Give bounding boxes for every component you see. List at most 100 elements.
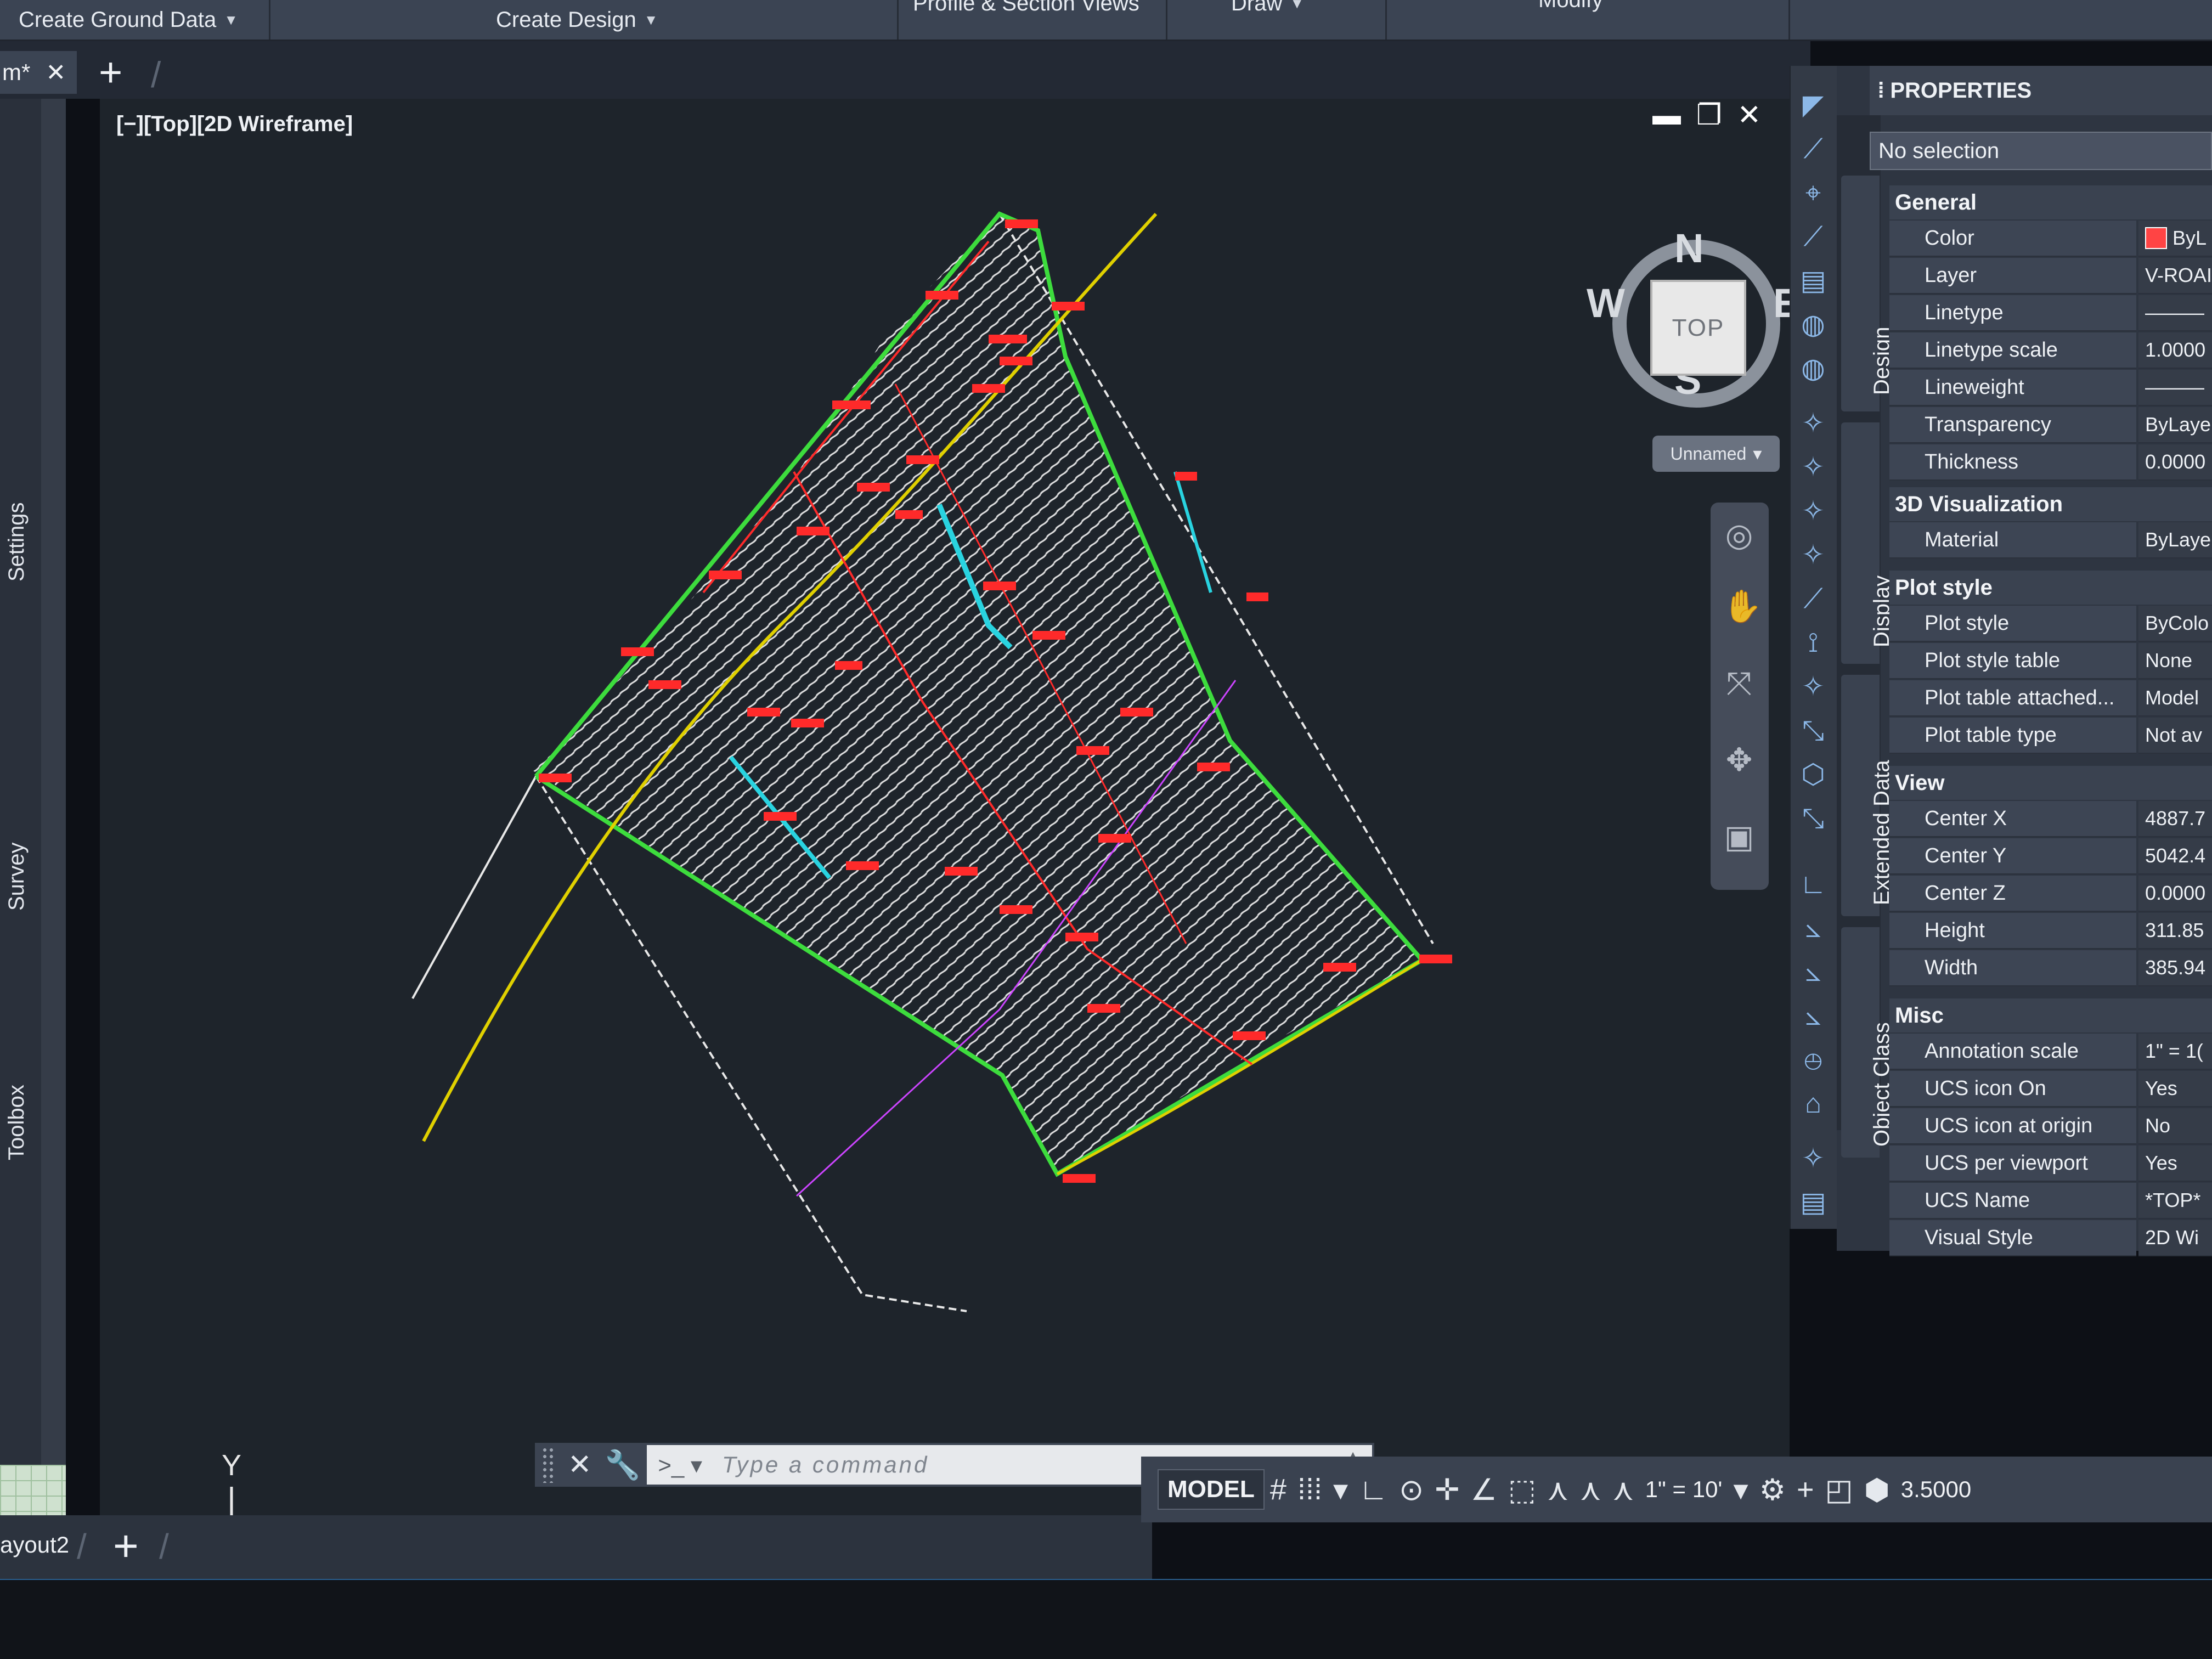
ucs-menu[interactable]: Unnamed ▾	[1652, 436, 1780, 472]
property-value[interactable]: 311.85	[2138, 913, 2212, 949]
add-layout-plus-icon[interactable]: +	[113, 1521, 139, 1571]
tab-design[interactable]: Design	[1841, 176, 1894, 411]
command-prompt-icon[interactable]: >_ ▾	[658, 1452, 702, 1479]
property-row-ucs-icon-at-origin[interactable]: UCS icon at origin No	[1889, 1108, 2212, 1144]
section-general[interactable]: General	[1889, 185, 2212, 219]
orbit-icon[interactable]: ✥	[1723, 744, 1756, 777]
property-value[interactable]: Yes	[2138, 1071, 2212, 1107]
property-value[interactable]: None	[2138, 643, 2212, 679]
property-row-material[interactable]: Material ByLaye	[1889, 522, 2212, 558]
figure-icon[interactable]: ⟋	[1796, 582, 1830, 616]
polar-icon[interactable]: ⊙	[1399, 1472, 1424, 1507]
point-icon[interactable]: ✧	[1796, 1141, 1830, 1175]
grid-icon[interactable]: #	[1270, 1472, 1286, 1506]
property-value[interactable]: *TOP*	[2138, 1183, 2212, 1219]
model-space-button[interactable]: MODEL	[1158, 1469, 1265, 1510]
profile-icon[interactable]: ⦣	[1796, 955, 1830, 989]
assembly-icon[interactable]: ⌂	[1796, 1086, 1830, 1120]
showmotion-icon[interactable]: ▣	[1723, 821, 1756, 854]
ribbon-tab-create-design[interactable]: Create Design ▼	[483, 0, 671, 40]
status-value[interactable]: 3.5000	[1901, 1476, 1971, 1503]
property-row-linetype[interactable]: Linetype ———	[1889, 295, 2212, 331]
ribbon-tab-draw[interactable]: Draw ▼	[1218, 0, 1317, 23]
new-tab-plus-icon[interactable]: +	[99, 52, 122, 93]
property-value[interactable]: 2D Wi	[2138, 1220, 2212, 1256]
property-row-center-y[interactable]: Center Y 5042.4	[1889, 838, 2212, 874]
property-row-height[interactable]: Height 311.85	[1889, 913, 2212, 949]
property-value[interactable]: 0.0000	[2138, 444, 2212, 481]
property-row-plot-table-attached[interactable]: Plot table attached... Model	[1889, 680, 2212, 716]
property-row-center-z[interactable]: Center Z 0.0000	[1889, 876, 2212, 912]
compass-east[interactable]: E	[1773, 280, 1790, 326]
close-icon[interactable]: ✕	[46, 59, 66, 87]
table-icon[interactable]: ▤	[1796, 1185, 1830, 1219]
ribbon-tab-modify[interactable]: Modify	[1525, 0, 1616, 20]
point-icon[interactable]: ✧	[1796, 450, 1830, 484]
globe-icon[interactable]: ◍	[1796, 351, 1830, 385]
compass-north[interactable]: N	[1674, 225, 1703, 272]
surface-icon[interactable]: ⤡	[1796, 713, 1830, 747]
property-value[interactable]: ByLaye	[2138, 522, 2212, 558]
profile-icon[interactable]: ∟	[1796, 867, 1830, 901]
property-value[interactable]: V-ROAI	[2138, 258, 2212, 294]
property-row-layer[interactable]: Layer V-ROAI	[1889, 258, 2212, 294]
property-row-width[interactable]: Width 385.94	[1889, 950, 2212, 986]
plus-icon[interactable]: +	[1797, 1472, 1814, 1506]
property-value[interactable]: 5042.4	[2138, 838, 2212, 874]
palette-tab-toolbox[interactable]: Toolbox	[4, 1085, 29, 1160]
section-3d-visualization[interactable]: 3D Visualization	[1889, 487, 2212, 521]
property-value[interactable]: 4887.7	[2138, 801, 2212, 837]
property-value[interactable]: Not av	[2138, 718, 2212, 754]
property-row-ucs-per-viewport[interactable]: UCS per viewport Yes	[1889, 1146, 2212, 1182]
property-row-linetype-scale[interactable]: Linetype scale 1.0000	[1889, 332, 2212, 369]
grip-icon[interactable]: ⁞	[1877, 78, 1884, 103]
property-row-plot-table-type[interactable]: Plot table type Not av	[1889, 718, 2212, 754]
property-value[interactable]: ———	[2138, 370, 2212, 406]
ribbon-tab-profile-section-views[interactable]: Profile & Section Views	[900, 0, 1153, 23]
snap-icon[interactable]: ⁞⁞⁞	[1297, 1472, 1322, 1506]
corridor-icon[interactable]: ⟟	[1796, 625, 1830, 659]
table-icon[interactable]: ▤	[1796, 263, 1830, 297]
property-value[interactable]: ByColo	[2138, 606, 2212, 642]
drawing-canvas[interactable]	[100, 99, 1790, 1515]
property-row-visual-style[interactable]: Visual Style 2D Wi	[1889, 1220, 2212, 1256]
annotation-visibility-icon[interactable]: ⋏	[1547, 1472, 1569, 1507]
osnap-icon[interactable]: ✛	[1435, 1472, 1459, 1507]
property-value[interactable]: 0.0000	[2138, 876, 2212, 912]
profile-icon[interactable]: ⦣	[1796, 998, 1830, 1032]
property-row-transparency[interactable]: Transparency ByLaye	[1889, 407, 2212, 443]
annotation-scale-value[interactable]: 1" = 10'	[1645, 1476, 1723, 1503]
ortho-icon[interactable]: ∟	[1359, 1472, 1388, 1506]
ribbon-tab-create-ground-data[interactable]: Create Ground Data ▼	[5, 0, 251, 40]
property-row-ucs-name[interactable]: UCS Name *TOP*	[1889, 1183, 2212, 1219]
property-row-plot-style-table[interactable]: Plot style table None	[1889, 643, 2212, 679]
auto-scale-icon[interactable]: ⋏	[1579, 1472, 1601, 1507]
chevron-down-icon[interactable]: ▾	[1333, 1472, 1348, 1507]
chevron-down-icon[interactable]: ▾	[1733, 1472, 1748, 1507]
close-icon[interactable]: ✕	[568, 1448, 592, 1481]
property-value[interactable]: Model	[2138, 680, 2212, 716]
gear-icon[interactable]: ⚙	[1759, 1472, 1786, 1507]
property-row-lineweight[interactable]: Lineweight ———	[1889, 370, 2212, 406]
property-row-annotation-scale[interactable]: Annotation scale 1" = 1(	[1889, 1034, 2212, 1070]
create-line-icon[interactable]: ⟋	[1796, 132, 1830, 166]
section-misc[interactable]: Misc	[1889, 998, 2212, 1032]
profile-icon[interactable]: ⦣	[1796, 911, 1830, 945]
property-value[interactable]: 1" = 1(	[2138, 1034, 2212, 1070]
property-value[interactable]: 1.0000	[2138, 332, 2212, 369]
file-tab-current[interactable]: m* ✕	[0, 51, 77, 94]
palette-tab-settings[interactable]: Settings	[4, 502, 29, 582]
pipe-icon[interactable]: ⦺	[1796, 1042, 1830, 1076]
annotation-scale-icon[interactable]: ⋏	[1612, 1472, 1634, 1507]
property-row-color[interactable]: Color ByL	[1889, 221, 2212, 257]
wrench-icon[interactable]: 🔧	[605, 1448, 641, 1482]
properties-title[interactable]: ⁞ PROPERTIES	[1870, 66, 2212, 115]
pan-hand-icon[interactable]: ✋	[1723, 590, 1762, 623]
polyline-tool-icon[interactable]: ◤	[1796, 88, 1830, 122]
isolate-icon[interactable]: ◰	[1825, 1472, 1853, 1507]
steering-wheel-icon[interactable]: ◎	[1723, 519, 1756, 552]
survey-point-icon[interactable]: ⌖	[1796, 176, 1830, 210]
hardware-acceleration-icon[interactable]: ⬢	[1864, 1472, 1890, 1507]
property-value[interactable]: ByLaye	[2138, 407, 2212, 443]
property-row-ucs-icon-on[interactable]: UCS icon On Yes	[1889, 1071, 2212, 1107]
